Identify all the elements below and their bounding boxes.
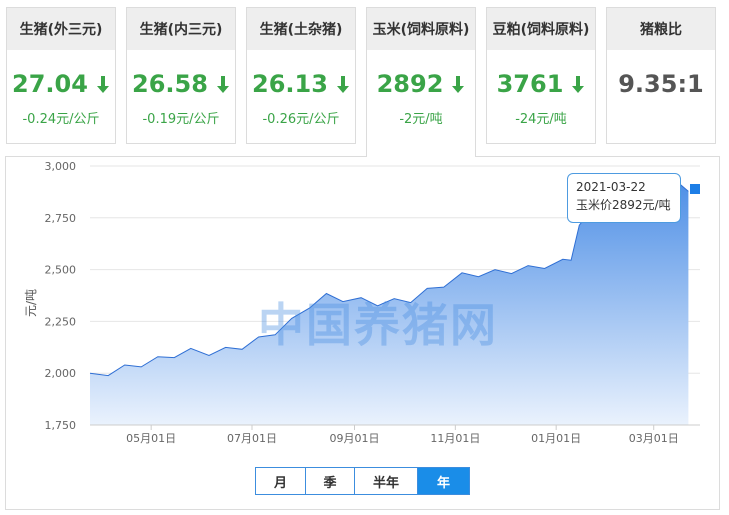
range-month-button[interactable]: 月: [255, 467, 305, 495]
y-tick-label: 2,250: [45, 315, 77, 328]
card-value: 3761: [487, 70, 595, 98]
price-value: 2892: [376, 70, 444, 98]
card-title: 玉米(饲料原料): [367, 8, 475, 50]
card-title: 猪粮比: [607, 8, 715, 50]
y-tick-label: 3,000: [45, 160, 77, 173]
tooltip-value: 玉米价2892元/吨: [576, 198, 671, 212]
card-value: 27.04: [7, 70, 115, 98]
card-title: 生猪(土杂猪): [247, 8, 355, 50]
x-tick-label: 11月01日: [430, 432, 480, 445]
y-tick-label: 2,750: [45, 212, 77, 225]
card-pig-mixed[interactable]: 生猪(土杂猪) 26.13 -0.26元/公斤: [246, 7, 356, 144]
price-value: 26.13: [252, 70, 328, 98]
range-year-button[interactable]: 年: [417, 467, 470, 495]
card-title: 生猪(内三元): [127, 8, 235, 50]
card-value: 26.58: [127, 70, 235, 98]
card-change: -2元/吨: [399, 112, 443, 127]
y-axis-label: 元/吨: [24, 289, 38, 317]
hover-marker: [689, 183, 701, 195]
card-change: -0.24元/公斤: [22, 112, 100, 127]
card-value: 26.13: [247, 70, 355, 98]
price-value: 9.35:1: [618, 70, 704, 98]
y-tick-label: 2,000: [45, 367, 77, 380]
y-axis: 1,750 2,000 2,250 2,500 2,750 3,000: [45, 160, 77, 432]
card-change: -0.19元/公斤: [142, 112, 220, 127]
x-tick-label: 01月01日: [531, 432, 581, 445]
y-tick-label: 1,750: [45, 419, 77, 432]
x-tick-label: 09月01日: [329, 432, 379, 445]
card-change: -0.26元/公斤: [262, 112, 340, 127]
range-selector: 月 季 半年 年: [255, 467, 470, 495]
price-value: 26.58: [132, 70, 208, 98]
card-value: 2892: [367, 70, 475, 98]
card-corn[interactable]: 玉米(饲料原料) 2892 -2元/吨: [366, 7, 476, 157]
x-axis: 05月01日 07月01日 09月01日 11月01日 01月01日 03月01日: [126, 425, 679, 445]
arrow-down-icon: [452, 76, 465, 93]
card-soybean-meal[interactable]: 豆粕(饲料原料) 3761 -24元/吨: [486, 7, 596, 144]
price-value: 27.04: [12, 70, 88, 98]
tooltip: 2021-03-22 玉米价2892元/吨: [567, 173, 681, 223]
card-title: 生猪(外三元): [7, 8, 115, 50]
card-value: 9.35:1: [607, 70, 715, 98]
card-change: -24元/吨: [515, 112, 567, 127]
price-cards: 生猪(外三元) 27.04 -0.24元/公斤 生猪(内三元) 26.58 -0…: [0, 0, 729, 160]
y-tick-label: 2,500: [45, 264, 77, 277]
price-value: 3761: [496, 70, 564, 98]
x-tick-label: 05月01日: [126, 432, 176, 445]
card-pig-outer-three[interactable]: 生猪(外三元) 27.04 -0.24元/公斤: [6, 7, 116, 144]
arrow-down-icon: [336, 76, 349, 93]
x-tick-label: 03月01日: [629, 432, 679, 445]
card-pig-grain-ratio[interactable]: 猪粮比 9.35:1: [606, 7, 716, 144]
x-tick-label: 07月01日: [227, 432, 277, 445]
range-quarter-button[interactable]: 季: [305, 467, 354, 495]
arrow-down-icon: [216, 76, 229, 93]
watermark-text: 中国养猪网: [258, 298, 498, 352]
arrow-down-icon: [96, 76, 109, 93]
arrow-down-icon: [572, 76, 585, 93]
card-title: 豆粕(饲料原料): [487, 8, 595, 50]
range-half-year-button[interactable]: 半年: [354, 467, 417, 495]
tooltip-date: 2021-03-22: [576, 180, 646, 194]
card-pig-inner-three[interactable]: 生猪(内三元) 26.58 -0.19元/公斤: [126, 7, 236, 144]
